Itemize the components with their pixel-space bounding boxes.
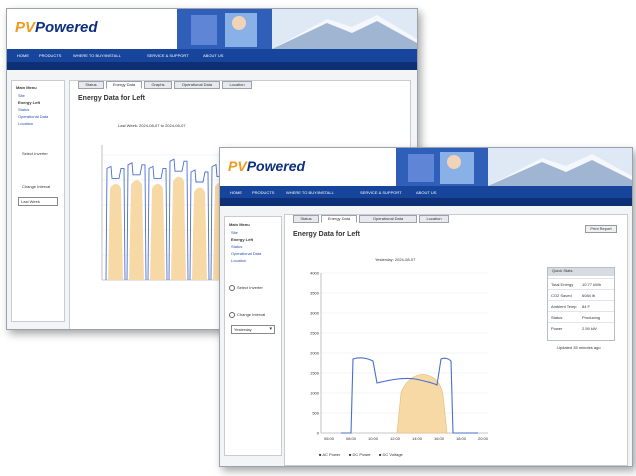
y-tick-label: 3000	[310, 311, 320, 316]
back-nav-products[interactable]: PRODUCTS	[39, 53, 61, 58]
y-tick-label: 0	[317, 431, 320, 436]
back-tab-operational[interactable]: Operational Data	[174, 81, 220, 89]
back-nav-where-to-buy[interactable]: WHERE TO BUY/INSTALL	[73, 53, 121, 58]
back-nav-home[interactable]: HOME	[17, 53, 29, 58]
y-tick-label: 3500	[310, 291, 320, 296]
legend-dc-power[interactable]: ■ DC Power	[349, 452, 371, 457]
x-tick-label: 12:00	[390, 436, 401, 441]
back-interval-label: Change Interval	[22, 184, 51, 189]
back-interval-select[interactable]: Last Week	[18, 197, 58, 206]
legend-ac-power[interactable]: ■ AC Power	[319, 452, 340, 457]
legend-dc-voltage[interactable]: ■ DC Voltage	[379, 452, 403, 457]
back-day-area	[171, 176, 186, 280]
back-subnav	[7, 62, 417, 70]
x-tick-label: 20:00	[478, 436, 489, 441]
front-interval-select[interactable]: Yesterday ▾	[231, 325, 275, 334]
y-tick-label: 4000	[310, 271, 320, 276]
back-banner-image	[177, 9, 417, 49]
back-sidebar-heading: Main Menu	[16, 85, 37, 90]
front-nav-where-to-buy[interactable]: WHERE TO BUY/INSTALL	[286, 190, 334, 195]
back-sidebar-link-site[interactable]: Site	[18, 93, 25, 98]
x-tick-label: 08:00	[346, 436, 357, 441]
front-content: Main Menu Site Energy Left Status Operat…	[220, 206, 632, 466]
front-nav-products[interactable]: PRODUCTS	[252, 190, 274, 195]
back-sidebar-link-status[interactable]: Status	[18, 107, 29, 112]
front-subnav	[220, 198, 632, 206]
y-tick-label: 1000	[310, 391, 320, 396]
x-tick-label: 14:00	[412, 436, 423, 441]
front-logo[interactable]: PVPowered	[228, 158, 305, 174]
front-page-title: Energy Data for Left	[293, 231, 360, 238]
y-tick-label: 2000	[310, 351, 320, 356]
front-nav-service[interactable]: SERVICE & SUPPORT	[360, 190, 402, 195]
front-main: Status Energy Data Operational Data Loca…	[284, 214, 628, 466]
front-sidebar-link-location[interactable]: Location	[231, 258, 246, 263]
front-chart: 4000 3500 3000 2500 2000 1500 1000 500 0 06:00 08…	[310, 271, 489, 442]
front-select-inverter-label: Select Inverter	[237, 285, 263, 290]
front-sidebar-heading: Main Menu	[229, 222, 250, 227]
front-nav: HOME PRODUCTS WHERE TO BUY/INSTALL SERVI…	[220, 186, 632, 198]
front-tab-status[interactable]: Status	[293, 215, 319, 223]
x-tick-label: 18:00	[456, 436, 467, 441]
front-sidebar-link-energy[interactable]: Energy Left	[231, 237, 253, 242]
back-chart-title: Last Week: 2024-08-07 to 2024-08-07	[118, 123, 186, 128]
y-tick-label: 1500	[310, 371, 320, 376]
front-dc-power-area	[396, 374, 448, 434]
x-tick-label: 06:00	[324, 436, 335, 441]
back-sidebar-link-operational[interactable]: Operational Data	[18, 114, 48, 119]
front-nav-about[interactable]: ABOUT US	[416, 190, 436, 195]
front-tab-operational[interactable]: Operational Data	[359, 215, 417, 223]
back-select-inverter-label: Select Inverter	[22, 151, 48, 156]
front-quick-stats: Quick Stats Total Energy 10.77 kWh CO2 S…	[547, 267, 615, 341]
front-sidebar: Main Menu Site Energy Left Status Operat…	[224, 216, 282, 456]
back-header: PVPowered	[7, 9, 417, 49]
chevron-down-icon: ▾	[269, 326, 272, 332]
front-interval-label: Change Interval	[237, 312, 266, 317]
front-chart-title: Yesterday: 2024-08-07	[375, 257, 416, 262]
back-nav-service[interactable]: SERVICE & SUPPORT	[147, 53, 189, 58]
front-interval-radio-icon[interactable]	[229, 312, 235, 318]
back-day-area	[150, 183, 165, 280]
back-sidebar-link-energy[interactable]: Energy Left	[18, 100, 40, 105]
back-nav: HOME PRODUCTS WHERE TO BUY/INSTALL SERVI…	[7, 49, 417, 62]
back-tab-energy[interactable]: Energy Data	[106, 81, 142, 89]
print-report-button[interactable]: Print Report	[585, 225, 617, 233]
front-nav-home[interactable]: HOME	[230, 190, 242, 195]
back-tab-location[interactable]: Location	[222, 81, 252, 89]
front-header: PVPowered	[220, 148, 632, 186]
stat-row: Power 2.59 kW	[548, 322, 614, 334]
y-tick-label: 2500	[310, 331, 320, 336]
back-tab-status[interactable]: Status	[78, 81, 104, 89]
front-window: PVPowered HOME PRODUCTS WHERE TO BUY/INS…	[219, 147, 633, 467]
front-panel-footer: Updated 35 minutes ago	[557, 345, 601, 350]
front-inverter-radio-icon[interactable]	[229, 285, 235, 291]
front-sidebar-link-site[interactable]: Site	[231, 230, 238, 235]
front-sidebar-link-status[interactable]: Status	[231, 244, 242, 249]
back-tab-graphs[interactable]: Graphs	[144, 81, 172, 89]
back-nav-about[interactable]: ABOUT US	[203, 53, 223, 58]
back-day-area	[192, 187, 207, 280]
x-tick-label: 10:00	[368, 436, 379, 441]
x-tick-label: 16:00	[434, 436, 445, 441]
y-tick-label: 500	[312, 411, 319, 416]
back-logo[interactable]: PVPowered	[15, 19, 98, 36]
back-page-title: Energy Data for Left	[78, 95, 145, 102]
back-sidebar-link-location[interactable]: Location	[18, 121, 33, 126]
front-banner-image	[396, 148, 632, 186]
front-sidebar-link-operational[interactable]: Operational Data	[231, 251, 261, 256]
back-sidebar: Main Menu Site Energy Left Status Operat…	[11, 80, 65, 322]
back-day-area	[108, 183, 123, 280]
back-day-area	[129, 180, 144, 280]
front-tab-energy[interactable]: Energy Data	[321, 215, 357, 223]
front-panel-header: Quick Stats	[548, 268, 614, 276]
front-tab-location[interactable]: Location	[419, 215, 449, 223]
